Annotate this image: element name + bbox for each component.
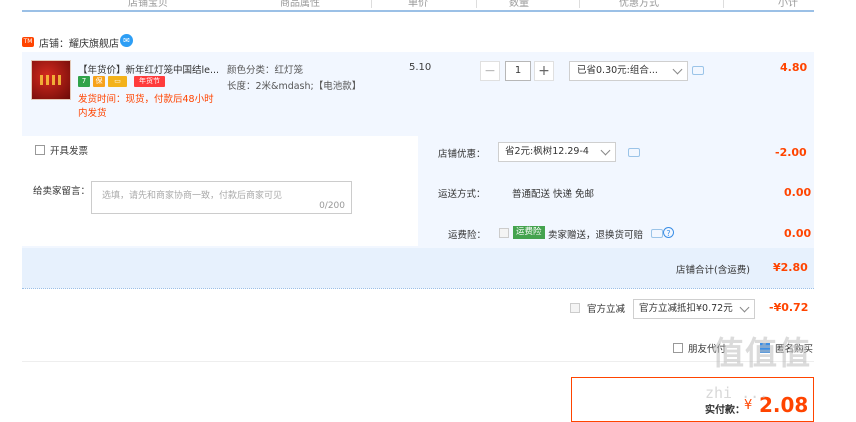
- official-discount-value: 官方立减抵扣¥0.72元: [639, 303, 733, 314]
- shop-discount-value: 省2元:枫树12.29-4: [505, 146, 589, 157]
- header-col-promo: 优惠方式: [619, 0, 659, 9]
- insurance-description: 卖家赠送，退换货可赔: [548, 230, 644, 241]
- seller-message-textarea[interactable]: 选填，请先和商家协商一致，付款后商家可见 0/200: [91, 181, 352, 214]
- delivery-time-text: 发货时间：现货，付款后48小时内发货: [78, 94, 214, 119]
- shop-discount-select[interactable]: 省2元:枫树12.29-4: [498, 142, 616, 162]
- official-discount-select[interactable]: 官方立减抵扣¥0.72元: [633, 299, 755, 319]
- shop-total-label: 店铺合计(含运费): [676, 265, 750, 276]
- header-divider: [579, 0, 580, 8]
- header-col-subtotal: 小计: [778, 0, 798, 9]
- friend-pay-checkbox[interactable]: [673, 343, 683, 353]
- promo-comment-icon[interactable]: [692, 66, 704, 75]
- promotion-select-value: 已省0.30元:组合...: [577, 65, 658, 76]
- discount-comment-icon[interactable]: [628, 148, 640, 157]
- chevron-down-icon: [739, 302, 750, 313]
- quantity-input[interactable]: 1: [505, 61, 531, 81]
- shipping-amount: 0.00: [784, 186, 812, 199]
- chevron-down-icon: [672, 64, 683, 75]
- shop-name-link[interactable]: 店铺：耀庆旗舰店: [39, 35, 119, 50]
- official-discount-amount: -¥0.72: [769, 301, 809, 314]
- product-title-link[interactable]: 【年货价】新年红灯笼中国结le...: [78, 62, 223, 76]
- payment-label: 实付款：: [705, 405, 745, 416]
- message-placeholder: 选填，请先和商家协商一致，付款后商家可见: [102, 191, 283, 201]
- header-col-item: 店铺宝贝: [128, 0, 168, 9]
- header-col-price: 单价: [408, 0, 428, 9]
- insurance-checkbox[interactable]: [499, 228, 509, 238]
- divider: [22, 361, 814, 362]
- attr-color: 颜色分类：红灯笼: [227, 65, 304, 76]
- watermark-text: zhi ...: [705, 384, 769, 402]
- guarantee-icon: 保: [93, 76, 105, 87]
- header-col-attr: 商品属性: [280, 0, 320, 9]
- quantity-minus-button[interactable]: −: [480, 61, 500, 81]
- shop-discount-amount: -2.00: [775, 146, 807, 159]
- wangwang-chat-icon[interactable]: ✉: [120, 34, 133, 47]
- insurance-comment-icon[interactable]: [651, 229, 663, 238]
- insurance-label: 运费险：: [448, 230, 487, 241]
- item-subtotal: 4.80: [780, 61, 808, 74]
- shop-discount-label: 店铺优惠：: [438, 149, 486, 160]
- attr-length: 长度：2米&mdash;【电池款】: [227, 81, 362, 92]
- product-thumbnail[interactable]: [31, 60, 71, 100]
- chevron-down-icon: [600, 145, 611, 156]
- insurance-amount: 0.00: [784, 227, 812, 240]
- header-divider: [476, 0, 477, 8]
- invoice-checkbox[interactable]: [35, 145, 45, 155]
- shop-icon: TM: [22, 37, 34, 47]
- quantity-stepper: − 1 +: [480, 61, 554, 81]
- invoice-label: 开具发票: [50, 146, 89, 157]
- unit-price: 5.10: [409, 62, 432, 73]
- header-col-qty: 数量: [509, 0, 529, 9]
- official-discount-label: 官方立减: [587, 304, 626, 315]
- seven-day-return-icon: 7: [78, 76, 90, 87]
- credit-card-icon: ▭: [108, 76, 127, 87]
- help-icon[interactable]: ?: [663, 227, 674, 238]
- year-festival-badge: 年货节: [134, 76, 165, 87]
- message-label: 给卖家留言：: [33, 186, 91, 197]
- watermark-logo: 值值值: [712, 334, 812, 372]
- shop-total-value: ¥2.80: [773, 261, 808, 274]
- message-char-counter: 0/200: [319, 201, 345, 211]
- header-divider: [371, 0, 372, 8]
- shipping-label: 运送方式：: [438, 189, 486, 200]
- order-table-header: 店铺宝贝 商品属性 单价 数量 优惠方式 小计: [22, 0, 814, 12]
- official-discount-checkbox[interactable]: [570, 303, 580, 313]
- promotion-select[interactable]: 已省0.30元:组合...: [569, 61, 688, 81]
- quantity-plus-button[interactable]: +: [534, 61, 554, 81]
- header-divider: [723, 0, 724, 8]
- shipping-method: 普通配送 快递 免邮: [512, 189, 595, 200]
- insurance-tag: 运费险: [513, 226, 545, 239]
